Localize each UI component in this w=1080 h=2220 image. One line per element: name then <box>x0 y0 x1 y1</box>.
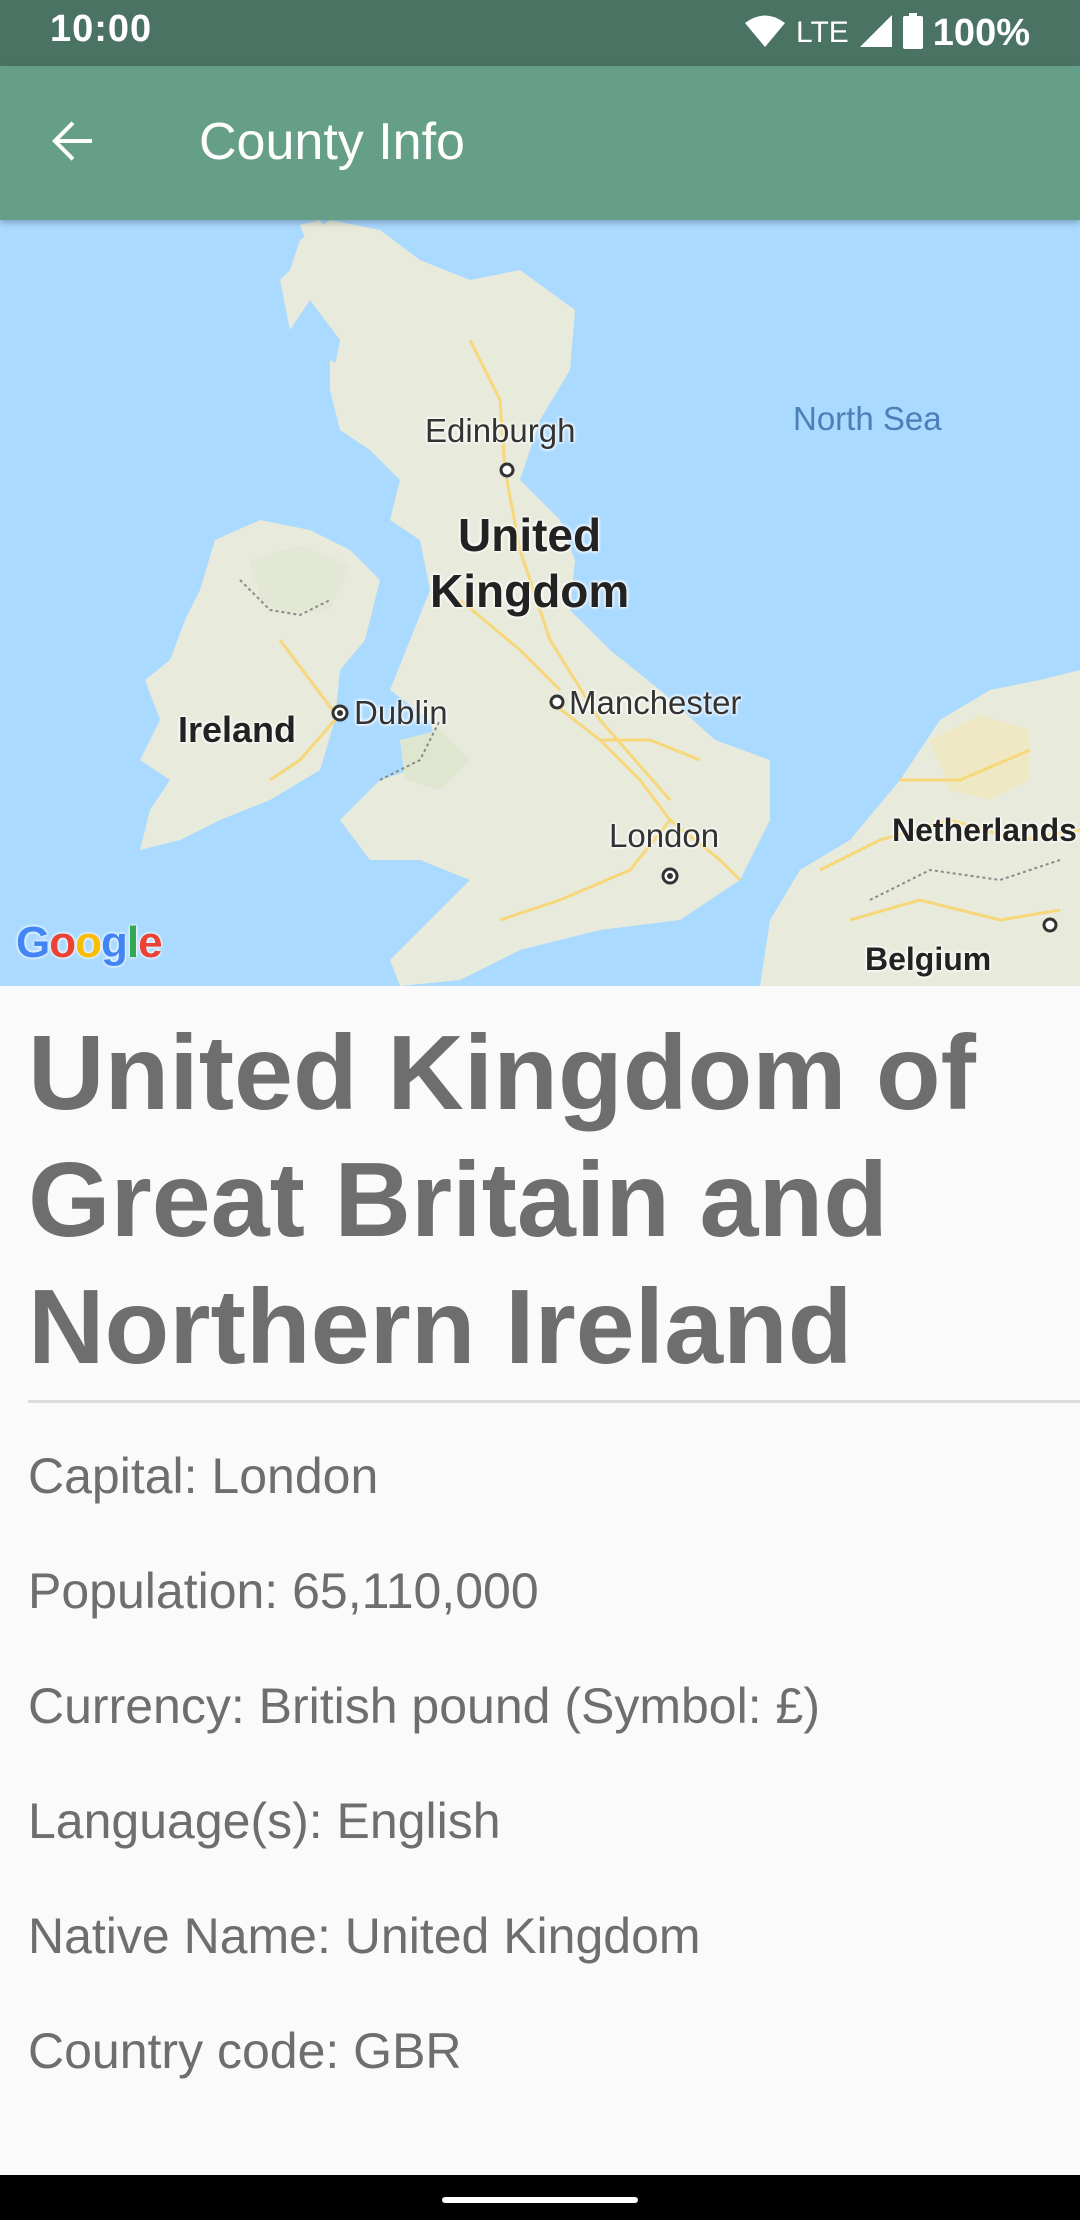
map-view[interactable]: Edinburgh North Sea United Kingdom Irela… <box>0 220 1080 986</box>
capital-text: Capital: London <box>28 1448 379 1504</box>
network-type: LTE <box>796 16 849 49</box>
map-label-edinburgh: Edinburgh <box>425 412 576 449</box>
navigation-bar <box>0 2175 1080 2220</box>
cell-signal-icon <box>859 14 893 53</box>
status-icons: LTE 100% <box>744 8 1030 58</box>
country-code-text: Country code: GBR <box>28 2023 462 2079</box>
map-label-manchester: Manchester <box>569 684 742 721</box>
country-name: United Kingdom of Great Britain and Nort… <box>28 1014 976 1386</box>
map-label-united: United <box>458 509 602 561</box>
language-text: Language(s): English <box>28 1793 501 1849</box>
map-label-dublin: Dublin <box>354 694 448 731</box>
app-title: County Info <box>199 113 465 171</box>
home-gesture-handle[interactable] <box>442 2197 638 2203</box>
map-label-belgium: Belgium <box>865 941 992 977</box>
map-label-netherlands: Netherlands <box>892 812 1077 848</box>
status-bar: 10:00 LTE 100% <box>0 0 1080 66</box>
population-text: Population: 65,110,000 <box>28 1563 539 1619</box>
map-label-london: London <box>609 817 720 854</box>
back-button[interactable] <box>28 99 116 187</box>
app-bar: County Info <box>0 66 1080 220</box>
divider <box>28 1400 1080 1403</box>
country-info-screen: 10:00 LTE 100% County Info Edinburgh Nor… <box>0 0 1080 2220</box>
wifi-icon <box>744 14 786 53</box>
info-list: Capital: London Population: 65,110,000 C… <box>28 1446 820 2136</box>
arrow-back-icon <box>48 117 96 170</box>
native-name-text: Native Name: United Kingdom <box>28 1908 701 1964</box>
status-time: 10:00 <box>50 8 153 50</box>
battery-percent: 100% <box>932 11 1030 54</box>
google-logo: Google <box>16 918 163 967</box>
currency-text: Currency: British pound (Symbol: £) <box>28 1678 820 1734</box>
map-label-ireland: Ireland <box>178 709 297 750</box>
map-label-kingdom: Kingdom <box>430 565 630 617</box>
map-label-north-sea: North Sea <box>793 400 942 437</box>
battery-icon <box>902 12 923 54</box>
